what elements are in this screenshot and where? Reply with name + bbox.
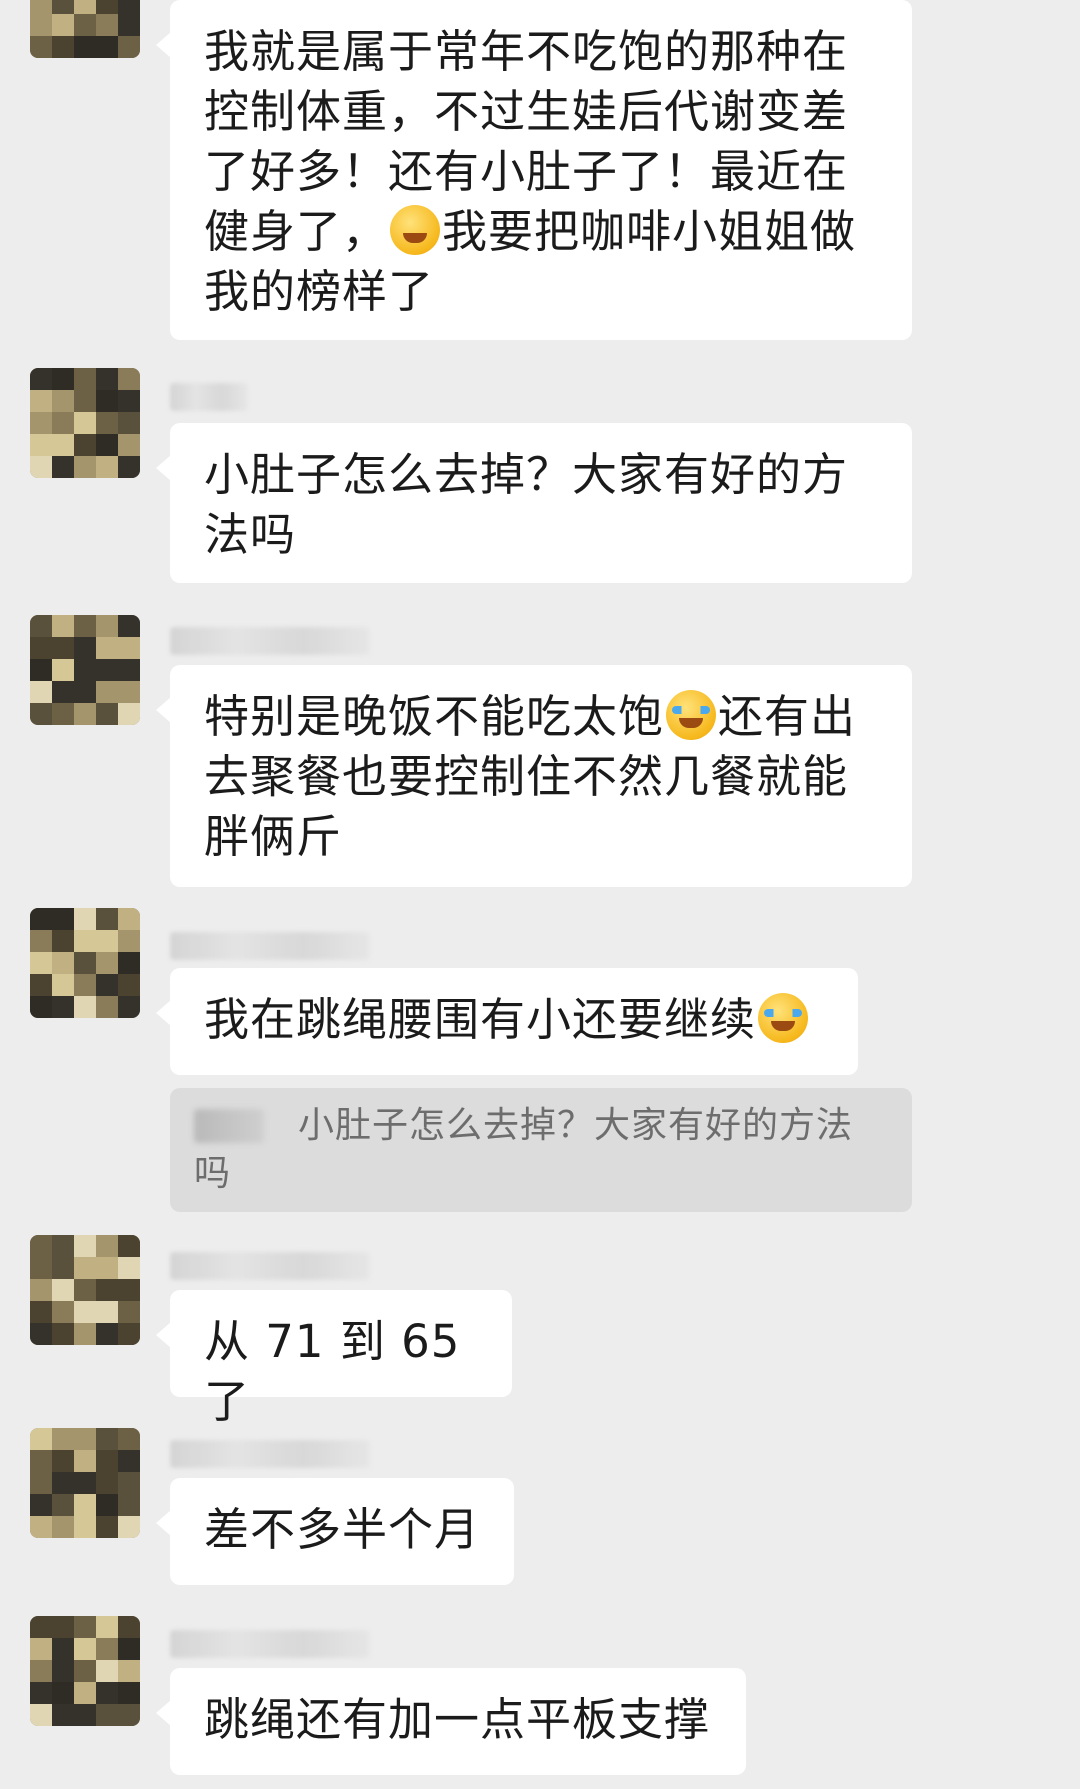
message-bubble[interactable]: 从 71 到 65 了 (156, 1290, 512, 1428)
sender-name (170, 932, 370, 960)
message-bubble[interactable]: 我就是属于常年不吃饱的那种在控制体重，不过生娃后代谢变差了好多！还有小肚子了！最… (156, 0, 912, 340)
message-text: 我在跳绳腰围有小还要继续 (204, 993, 757, 1046)
avatar[interactable] (30, 908, 140, 1018)
message-bubble[interactable]: 差不多半个月 (156, 1478, 514, 1585)
sender-name (170, 383, 248, 411)
avatar[interactable] (30, 1616, 140, 1726)
thinking-face-icon (390, 205, 441, 255)
crying-laughing-face-icon (758, 993, 809, 1043)
message-bubble[interactable]: 我在跳绳腰围有小还要继续 (156, 968, 858, 1075)
message-text: 从 71 到 65 了 (204, 1315, 461, 1428)
message-bubble[interactable]: 小肚子怎么去掉？大家有好的方法吗 (156, 423, 912, 583)
message-text: 特别是晚饭不能吃太饱 (204, 690, 665, 743)
message-text: 小肚子怎么去掉？大家有好的方法吗 (204, 448, 849, 561)
avatar[interactable] (30, 1235, 140, 1345)
sender-name (170, 1440, 370, 1468)
avatar[interactable] (30, 1428, 140, 1538)
sender-name (170, 1630, 370, 1658)
sender-name (170, 627, 370, 655)
avatar[interactable] (30, 368, 140, 478)
quoted-sender-name (194, 1109, 264, 1143)
crying-laughing-face-icon (666, 690, 717, 740)
message-bubble[interactable]: 跳绳还有加一点平板支撑 (156, 1668, 746, 1775)
message-text: 差不多半个月 (204, 1503, 481, 1556)
avatar[interactable] (30, 615, 140, 725)
quoted-text: 小肚子怎么去掉？大家有好的方法吗 (194, 1105, 854, 1194)
quoted-message[interactable]: 小肚子怎么去掉？大家有好的方法吗 (170, 1088, 912, 1212)
message-bubble[interactable]: 特别是晚饭不能吃太饱 还有出去聚餐也要控制住不然几餐就能胖俩斤 (156, 665, 912, 887)
avatar[interactable] (30, 0, 140, 58)
message-text: 跳绳还有加一点平板支撑 (204, 1693, 711, 1746)
sender-name (170, 1252, 370, 1280)
